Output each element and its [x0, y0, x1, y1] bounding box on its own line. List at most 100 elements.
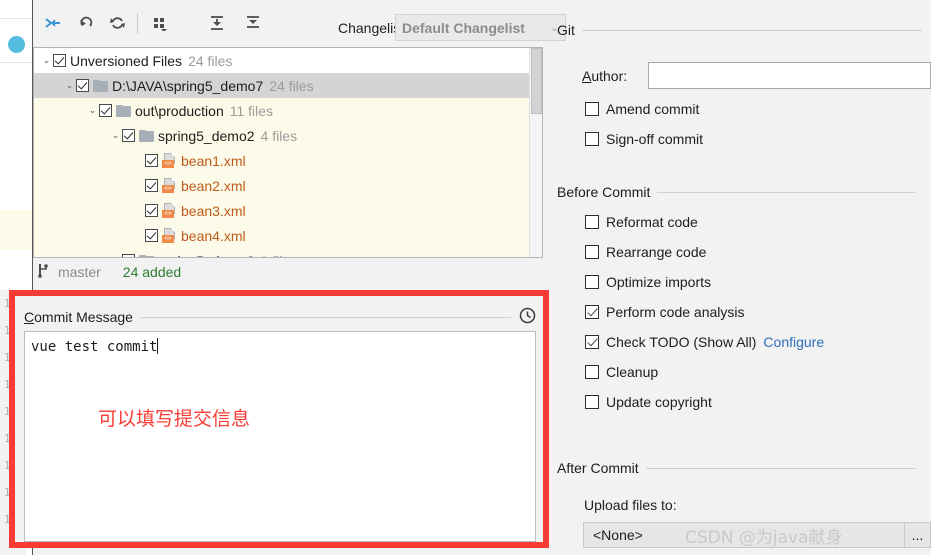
xml-file-icon: <> — [162, 203, 177, 218]
after-commit-group-title: After Commit — [557, 460, 931, 476]
checkbox-label: Rearrange code — [606, 244, 707, 260]
chevron-down-icon[interactable]: ⌄ — [63, 80, 76, 91]
tree-row-checkbox[interactable] — [145, 179, 158, 192]
tree-row[interactable]: <> bean3.xml — [34, 198, 529, 223]
tree-row-label: Unversioned Files — [70, 52, 183, 69]
commit-message-annotation: 可以填写提交信息 — [98, 408, 251, 430]
author-field[interactable] — [648, 62, 931, 89]
revert-icon[interactable] — [75, 12, 99, 34]
group-by-icon[interactable] — [148, 12, 172, 34]
branch-name: master — [58, 264, 101, 280]
changes-file-tree[interactable]: ⌄ Unversioned Files 24 files ⌄ D:\JAVA\sprin… — [33, 47, 543, 258]
author-label: Author: — [582, 68, 628, 84]
collapse-all-icon[interactable] — [241, 12, 265, 34]
git-group-title: Git — [557, 22, 931, 38]
expand-all-icon[interactable] — [205, 12, 229, 34]
commit-message-header: Commit Message — [24, 307, 536, 327]
branch-icon — [37, 263, 50, 281]
collapse-arrow-icon[interactable] — [41, 12, 65, 34]
chevron-down-icon[interactable]: ⌄ — [109, 255, 122, 257]
checkbox-box — [585, 132, 599, 146]
vcs-status-line: master 24 added — [33, 260, 543, 284]
xml-file-icon: <> — [162, 228, 177, 243]
checkbox-box — [585, 395, 599, 409]
tree-row[interactable]: ⌄ spring5_demo3 3 files — [34, 248, 529, 258]
chevron-down-icon[interactable]: ⌄ — [109, 130, 122, 141]
tree-row-label: bean3.xml — [181, 202, 246, 219]
clock-icon[interactable] — [519, 307, 536, 327]
tree-vertical-scrollbar[interactable] — [529, 48, 542, 257]
checkbox-box — [585, 305, 599, 319]
tree-row-checkbox[interactable] — [145, 204, 158, 217]
reformat-code-checkbox[interactable]: Reformat code — [585, 214, 698, 230]
tree-row-label: bean4.xml — [181, 227, 246, 244]
checkbox-box — [585, 245, 599, 259]
tree-row-count: 24 files — [188, 52, 233, 69]
tree-row-label: bean1.xml — [181, 152, 246, 169]
checkbox-box — [585, 335, 599, 349]
checkbox-label: Optimize imports — [606, 274, 712, 290]
added-count: 24 added — [122, 264, 182, 280]
tree-row-count: 24 files — [269, 77, 314, 94]
chevron-down-icon[interactable]: ⌄ — [40, 55, 53, 66]
before-commit-group-title: Before Commit — [557, 184, 931, 200]
signoff-commit-checkbox[interactable]: Sign-off commit — [585, 131, 703, 147]
xml-file-icon: <> — [162, 153, 177, 168]
tree-row[interactable]: ⌄ spring5_demo2 4 files — [34, 123, 529, 148]
commit-message-title: Commit Message — [24, 309, 133, 325]
perform-code-analysis-checkbox[interactable]: Perform code analysis — [585, 304, 745, 320]
commit-message-text: vue test commit — [31, 338, 159, 355]
commit-options-panel: Git Author: Amend commit Sign-off commit… — [552, 0, 931, 555]
chevron-down-icon[interactable]: ⌄ — [86, 105, 99, 116]
checkbox-label: Cleanup — [606, 364, 659, 380]
tree-row-checkbox[interactable] — [145, 154, 158, 167]
tree-row-checkbox[interactable] — [76, 79, 89, 92]
xml-file-icon: <> — [162, 178, 177, 193]
tree-row[interactable]: <> bean2.xml — [34, 173, 529, 198]
update-copyright-checkbox[interactable]: Update copyright — [585, 394, 712, 410]
upload-files-browse-button[interactable]: ... — [905, 522, 931, 548]
refresh-icon[interactable] — [106, 12, 130, 34]
tree-row[interactable]: ⌄ D:\JAVA\spring5_demo7 24 files — [34, 73, 529, 98]
text-caret — [157, 338, 159, 354]
upload-files-dropdown[interactable]: <None> ... — [583, 522, 931, 548]
tree-row-label: bean2.xml — [181, 177, 246, 194]
cleanup-checkbox[interactable]: Cleanup — [585, 364, 658, 380]
tree-row-checkbox[interactable] — [53, 54, 66, 67]
tree-row[interactable]: <> bean4.xml — [34, 223, 529, 248]
tree-row[interactable]: ⌄ out\production 11 files — [34, 98, 529, 123]
checkbox-box — [585, 215, 599, 229]
folder-icon — [139, 129, 154, 142]
checkbox-label: Sign-off commit — [606, 131, 703, 147]
breakpoint-icon — [8, 36, 25, 53]
tree-row-checkbox[interactable] — [122, 129, 135, 142]
amend-commit-checkbox[interactable]: Amend commit — [585, 101, 699, 117]
folder-icon — [93, 79, 108, 92]
rearrange-code-checkbox[interactable]: Rearrange code — [585, 244, 706, 260]
configure-link[interactable]: Configure — [763, 334, 824, 350]
tree-row[interactable]: ⌄ Unversioned Files 24 files — [34, 48, 529, 73]
check-todo-checkbox[interactable]: Check TODO (Show All) Configure — [585, 334, 824, 350]
upload-files-value-box[interactable]: <None> — [583, 522, 905, 548]
tree-row-checkbox[interactable] — [122, 254, 135, 257]
tree-row-label: spring5_demo3 — [158, 253, 255, 258]
upload-files-value: <None> — [593, 527, 643, 543]
folder-icon — [116, 104, 131, 117]
tree-row-checkbox[interactable] — [145, 229, 158, 242]
commit-message-input[interactable]: vue test commit — [24, 331, 536, 542]
checkbox-box — [585, 102, 599, 116]
checkbox-box — [585, 365, 599, 379]
checkbox-label: Amend commit — [606, 101, 700, 117]
optimize-imports-checkbox[interactable]: Optimize imports — [585, 274, 711, 290]
tree-row[interactable]: <> bean1.xml — [34, 148, 529, 173]
tree-row-label: out\production — [135, 102, 224, 119]
tree-scrollbar-thumb[interactable] — [531, 48, 542, 114]
tree-row-label: spring5_demo2 — [158, 127, 255, 144]
tree-row-label: D:\JAVA\spring5_demo7 — [112, 77, 264, 94]
tree-row-checkbox[interactable] — [99, 104, 112, 117]
changelist-dropdown[interactable]: Default Changelist ⌄ — [395, 14, 566, 41]
folder-icon — [139, 254, 154, 257]
upload-files-label: Upload files to: — [584, 497, 677, 513]
checkbox-box — [585, 275, 599, 289]
commit-changes-dialog: 1 1 1 1 1 1 1 1 1 Changelist: Default Ch… — [0, 0, 931, 555]
